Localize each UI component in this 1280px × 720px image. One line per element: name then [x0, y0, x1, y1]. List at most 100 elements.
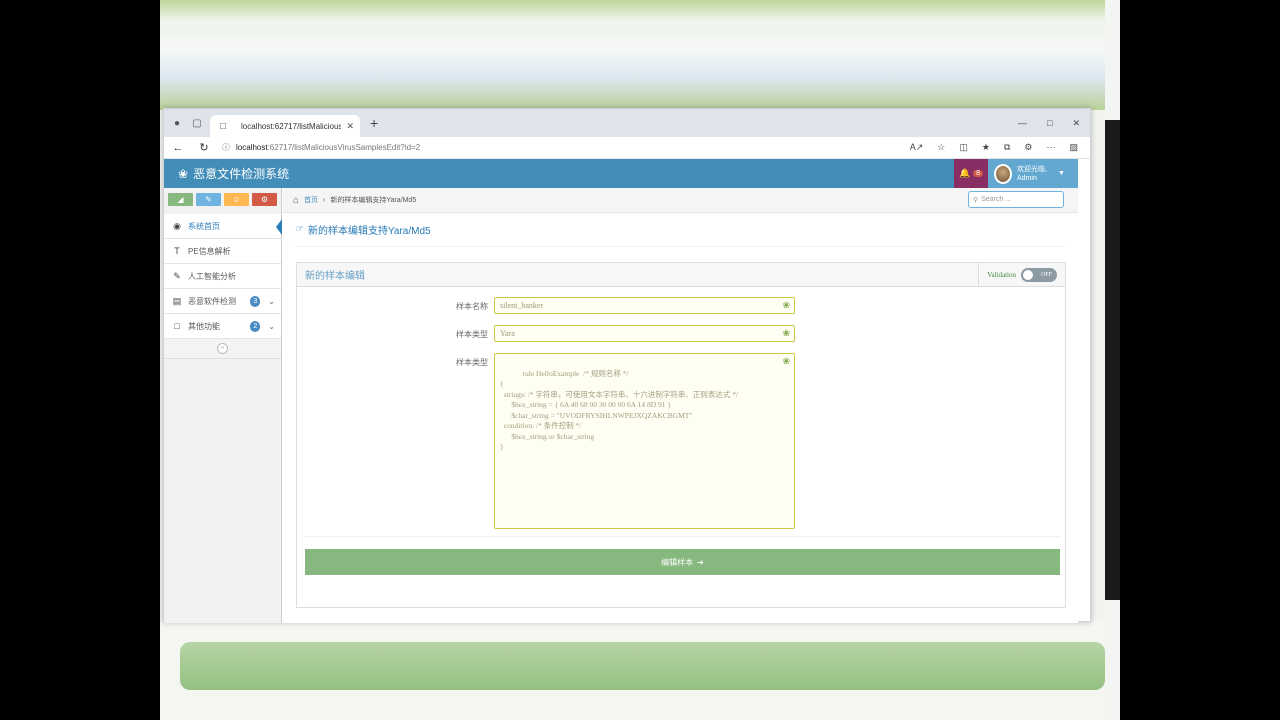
avatar [994, 163, 1012, 184]
validation-toggle[interactable]: OFF [1021, 267, 1057, 282]
cogs-shortcut-button[interactable]: ⚙ [252, 193, 277, 206]
sidebar-collapse: « [164, 339, 281, 359]
side-window-strip [1105, 0, 1120, 720]
sample-content-textarea[interactable]: rule HelloExample /* 规则名称 */ { strings: … [494, 353, 795, 529]
search-icon: ⚲ [973, 196, 979, 204]
count-badge: 2 [250, 320, 261, 332]
sample-content-value: rule HelloExample /* 规则名称 */ { strings: … [500, 368, 739, 452]
refresh-icon[interactable]: ↻ [196, 141, 212, 154]
chevron-down-icon: ⌄ [268, 321, 275, 331]
hand-right-icon: ☞ [295, 224, 304, 235]
url-host: localhost [236, 143, 268, 152]
new-tab-icon[interactable]: + [370, 115, 378, 131]
browser-tab[interactable]: □ localhost:62717/listMaliciousVi ✕ [210, 115, 360, 137]
sidebar-item-label: 恶意软件检测 [188, 296, 236, 306]
favorite-icon[interactable]: ☆ [937, 142, 945, 153]
brand-name: 恶意文件检测系统 [193, 167, 290, 181]
extension-icon[interactable]: ⚙ [1024, 142, 1032, 153]
breadcrumb-home-link[interactable]: 首页 [304, 195, 318, 205]
page-header: ☞ 新的样本编辑支持Yara/Md5 [295, 213, 1066, 247]
form-actions: 编辑样本 ➜ [305, 536, 1060, 598]
sidebar-toggle-icon[interactable]: ▨ [1069, 142, 1078, 153]
more-icon[interactable]: ⋯ [1046, 142, 1055, 153]
leaf-icon: ❀ [782, 300, 790, 310]
form-row-content: 样本类型 rule HelloExample /* 规则名称 */ { stri… [297, 353, 1067, 529]
user-info: 欢迎光临, Admin [1017, 165, 1047, 183]
page-title: 新的样本编辑支持Yara/Md5 [307, 226, 431, 237]
form-row-type: 样本类型 Yara ❀ [297, 325, 1067, 342]
sample-type-input[interactable]: Yara ❀ [494, 325, 795, 342]
name-label: 样本名称 [456, 302, 488, 311]
split-screen-icon[interactable]: ◫ [959, 142, 968, 153]
collapse-icon[interactable]: « [217, 343, 228, 354]
notifications-button[interactable]: 🔔 8 [954, 159, 988, 188]
form-row-name: 样本名称 silent_banker ❀ [297, 297, 1067, 314]
maximize-icon[interactable]: □ [1047, 118, 1052, 129]
search-placeholder: Search ... [981, 196, 1012, 203]
validation-label: Validation [987, 270, 1016, 279]
main-content: ⌂ 首页 › 新的样本编辑支持Yara/Md5 ⚲ Search ... ☞ 新… [283, 188, 1078, 623]
sidebar-item-label: 系统首页 [188, 221, 220, 231]
sidebar: ◢ ✎ ☺ ⚙ ◉ 系统首页 T PE信息解析 ✎ 人工智能分析 ▤ 恶意软件检… [164, 188, 282, 623]
wallpaper-bottom [160, 622, 1105, 720]
url-field[interactable]: ⓘ localhost:62717/listMaliciousVirusSamp… [222, 140, 900, 156]
tab-actions-icon[interactable]: ▢ [190, 116, 204, 130]
info-icon[interactable]: ⓘ [222, 142, 230, 153]
tab-title: localhost:62717/listMaliciousVi [241, 121, 342, 131]
url-path: :62717/listMaliciousVirusSamplesEdit?id=… [267, 143, 421, 152]
stats-shortcut-button[interactable]: ◢ [168, 193, 193, 206]
bell-icon: 🔔 [958, 168, 971, 178]
widget-header: 新的样本编辑 Validation OFF [297, 262, 1065, 287]
address-bar: ← ↻ ⓘ localhost:62717/listMaliciousVirus… [164, 137, 1090, 159]
collections-icon[interactable]: ⧉ [1004, 142, 1010, 153]
notification-badge: 8 [973, 170, 984, 177]
profile-icon[interactable]: ● [170, 116, 184, 130]
leaf-icon: ❀ [782, 328, 790, 338]
dashboard-icon: ◉ [173, 220, 181, 231]
back-icon[interactable]: ← [170, 142, 186, 154]
sidebar-item-label: 人工智能分析 [188, 271, 236, 281]
web-app: ❀ 恶意文件检测系统 🔔 8 欢迎光临, Admin ▼ ◢ ✎ ☺ ⚙ ◉ 系… [164, 159, 1078, 623]
pencil-shortcut-button[interactable]: ✎ [196, 193, 221, 206]
browser-toolbar: A↗ ☆ ◫ ★ ⧉ ⚙ ⋯ ▨ [910, 142, 1084, 153]
browser-window: ● ▢ □ localhost:62717/listMaliciousVi ✕ … [163, 108, 1091, 623]
type-label: 样本类型 [456, 330, 488, 339]
sidebar-item-home[interactable]: ◉ 系统首页 [164, 214, 282, 239]
edit-sample-button[interactable]: 编辑样本 ➜ [305, 549, 1060, 575]
validation-toggle-group: Validation OFF [978, 262, 1065, 287]
minimize-icon[interactable]: — [1018, 118, 1027, 129]
submit-label: 编辑样本 [661, 557, 694, 567]
leaf-icon: ❀ [178, 166, 189, 181]
wallpaper-top [160, 0, 1105, 110]
close-window-icon[interactable]: ✕ [1072, 118, 1080, 129]
widget-title: 新的样本编辑 [305, 271, 365, 282]
sidebar-item-label: 其他功能 [188, 321, 220, 331]
sidebar-item-malware-detect[interactable]: ▤ 恶意软件检测 3 ⌄ [164, 289, 281, 314]
close-tab-icon[interactable]: ✕ [346, 121, 354, 132]
group-shortcut-button[interactable]: ☺ [224, 193, 249, 206]
side-window [1105, 120, 1120, 600]
search-input[interactable]: ⚲ Search ... [968, 191, 1064, 208]
home-icon: ⌂ [293, 194, 300, 206]
arrow-right-icon: ➜ [697, 557, 704, 567]
breadcrumb: ⌂ 首页 › 新的样本编辑支持Yara/Md5 ⚲ Search ... [283, 188, 1078, 213]
window-controls: — □ ✕ [1018, 118, 1090, 129]
navbar-right: 🔔 8 欢迎光临, Admin ▼ [954, 159, 1078, 188]
sidebar-item-label: PE信息解析 [188, 246, 231, 256]
favorites-list-icon[interactable]: ★ [982, 142, 990, 153]
brand[interactable]: ❀ 恶意文件检测系统 [164, 165, 289, 182]
blurred-taskbar [180, 642, 1105, 690]
user-menu[interactable]: 欢迎光临, Admin ▼ [988, 159, 1078, 188]
desktop-icon: ▤ [172, 295, 182, 306]
sidebar-item-other[interactable]: □ 其他功能 2 ⌄ [164, 314, 281, 339]
breadcrumb-separator-icon: › [323, 196, 326, 204]
sample-name-input[interactable]: silent_banker ❀ [494, 297, 795, 314]
user-greeting: 欢迎光临, [1017, 165, 1047, 173]
read-aloud-icon[interactable]: A↗ [910, 142, 924, 153]
page-icon: □ [219, 120, 227, 132]
sidebar-item-ai-analysis[interactable]: ✎ 人工智能分析 [164, 264, 281, 289]
file-icon: □ [174, 321, 180, 331]
sample-type-value: Yara [500, 329, 515, 338]
user-name: Admin [1017, 174, 1037, 182]
sidebar-item-pe-parse[interactable]: T PE信息解析 [164, 239, 281, 264]
